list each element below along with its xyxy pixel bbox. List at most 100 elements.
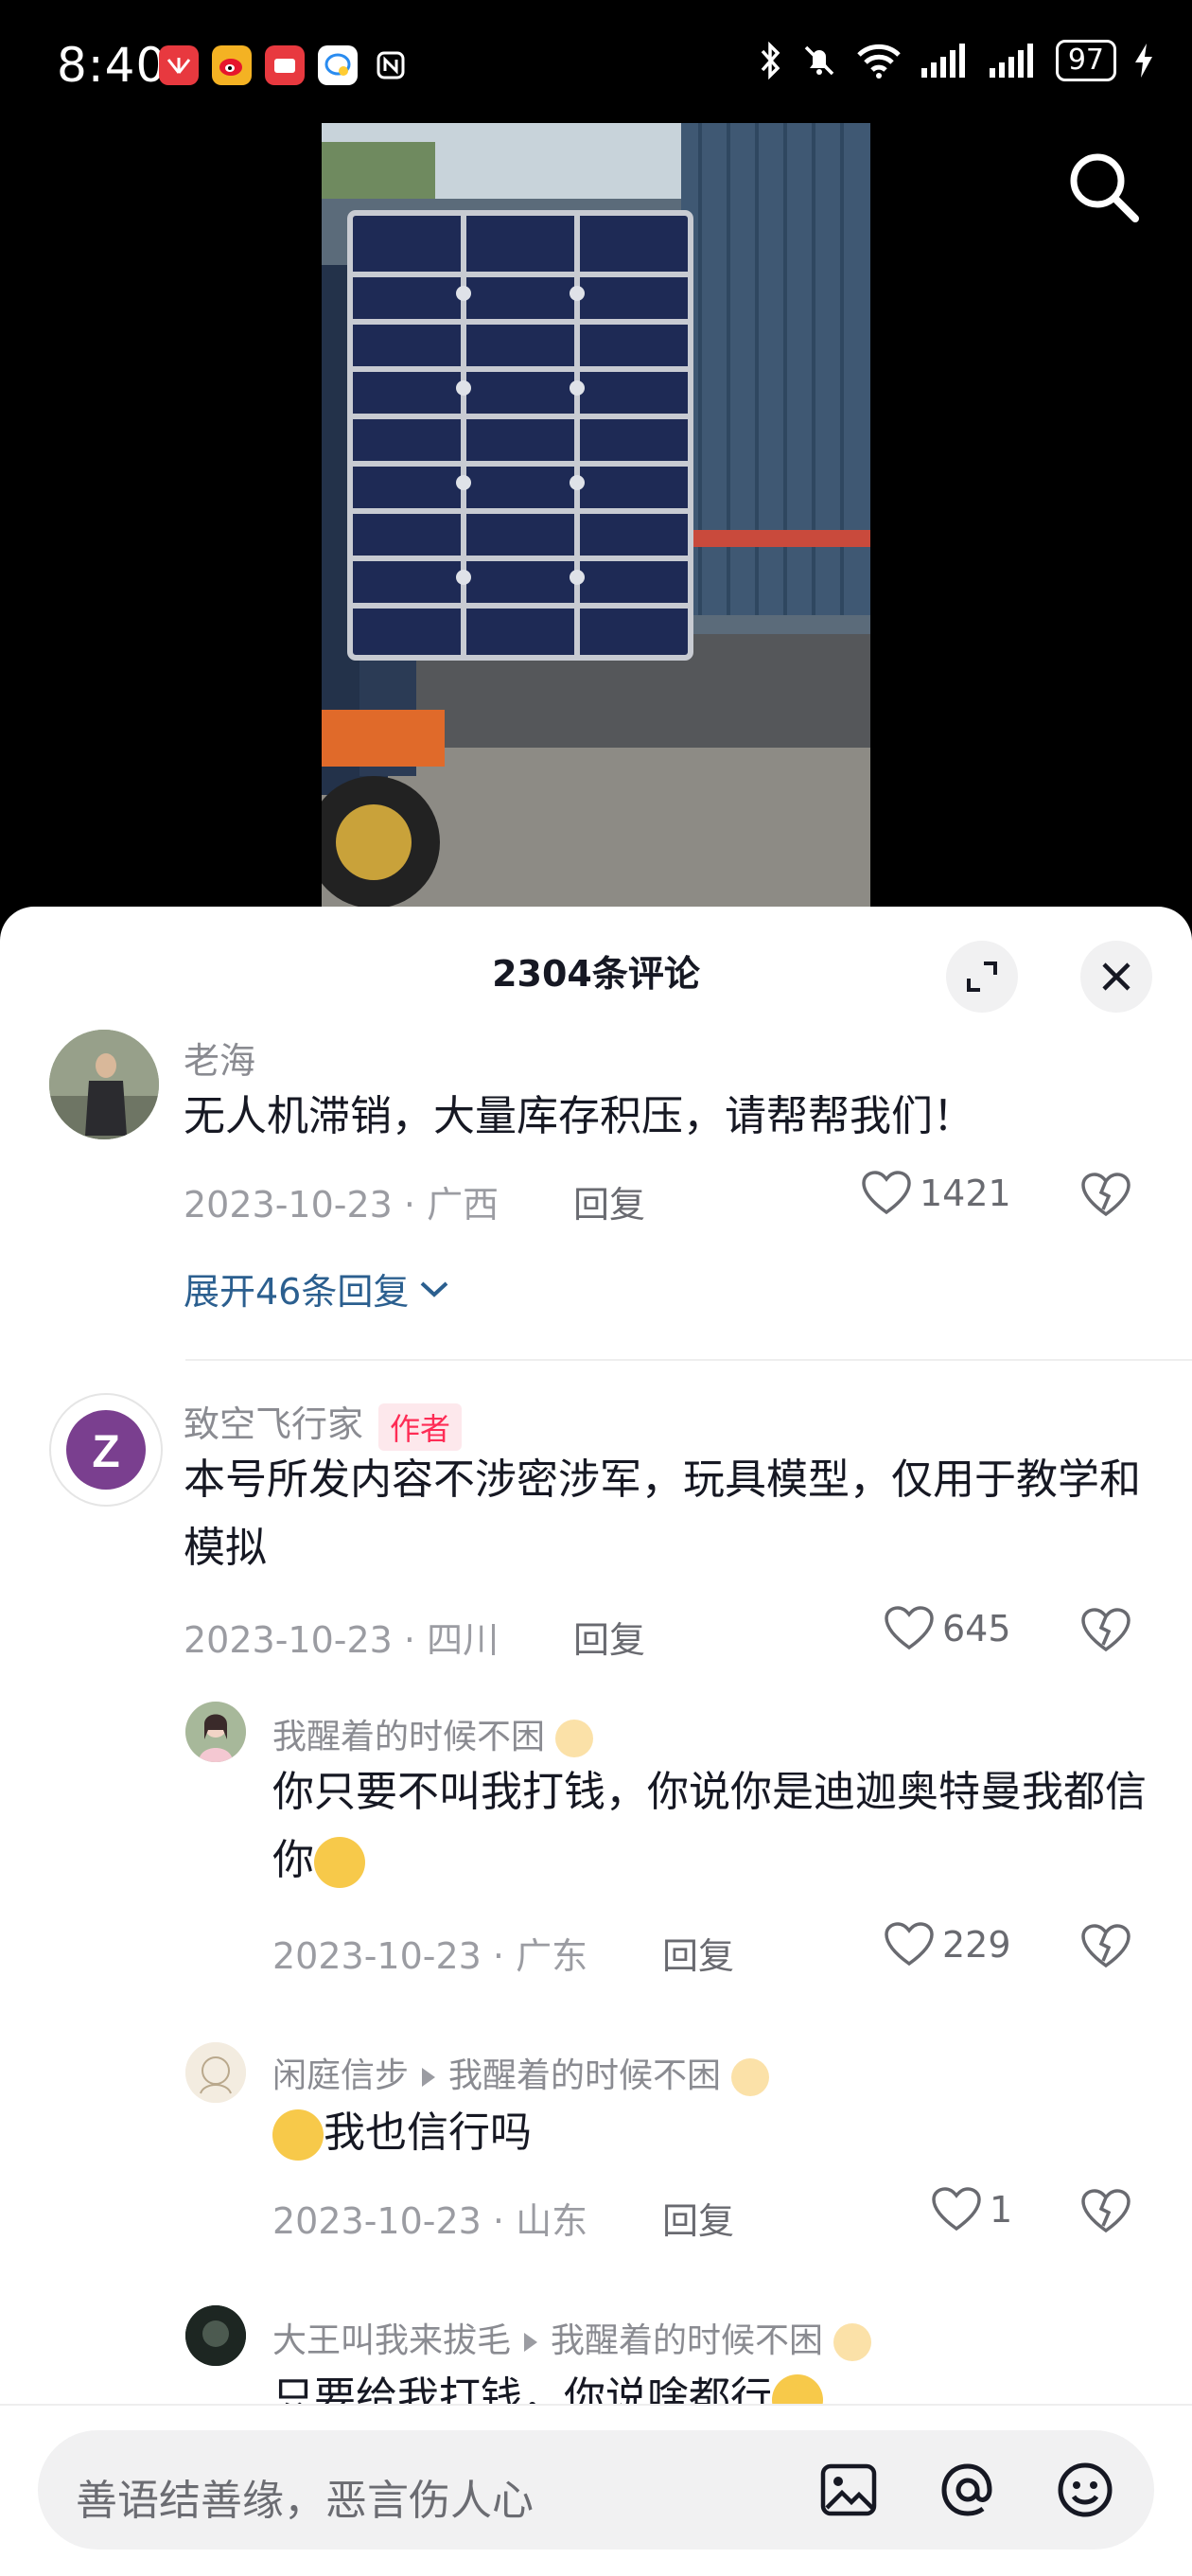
reply-username-text: 闲庭信步 bbox=[272, 2056, 410, 2095]
status-bar: 8:40 97 bbox=[0, 0, 1192, 123]
reply-date: 2023-10-23 bbox=[272, 1935, 482, 1977]
reply-button[interactable]: 回复 bbox=[662, 2192, 734, 2244]
broken-heart-icon bbox=[1081, 1173, 1131, 1217]
broken-heart-icon bbox=[1081, 1608, 1131, 1652]
reply-location: 广东 bbox=[516, 1935, 588, 1977]
heart-icon bbox=[932, 2187, 981, 2232]
like-count: 229 bbox=[942, 1924, 1011, 1966]
expand-replies-label: 展开46条回复 bbox=[184, 1271, 410, 1313]
reply-to-user: 我醒着的时候不困 bbox=[551, 2321, 824, 2360]
reply-button[interactable]: 回复 bbox=[573, 1175, 645, 1227]
reply-text: 我也信行吗 bbox=[272, 2099, 1162, 2167]
reply-username[interactable]: 闲庭信步 我醒着的时候不困 bbox=[272, 2048, 770, 2097]
battery-level: 97 bbox=[1055, 40, 1116, 81]
broken-heart-icon bbox=[1081, 2189, 1131, 2233]
chat-app-icon bbox=[318, 45, 358, 85]
reply-text-content: 我也信行吗 bbox=[324, 2108, 532, 2157]
avatar[interactable] bbox=[185, 1702, 246, 1762]
comment-meta: 2023-10-23 · 广西 bbox=[184, 1184, 500, 1226]
dislike-button[interactable] bbox=[1080, 1923, 1131, 1974]
expand-replies-button[interactable]: 展开46条回复 bbox=[184, 1262, 450, 1314]
like-button[interactable]: 229 bbox=[884, 1921, 1011, 1968]
comment-text: 本号所发内容不涉密涉军，玩具模型，仅用于教学和模拟 bbox=[184, 1456, 1141, 1572]
status-time: 8:40 bbox=[57, 38, 167, 93]
comment-date: 2023-10-23 bbox=[184, 1184, 393, 1226]
video-thumbnail bbox=[322, 123, 870, 909]
divider bbox=[185, 1359, 1192, 1361]
reply-meta: 2023-10-23 · 广东 bbox=[272, 1935, 588, 1977]
like-count: 645 bbox=[942, 1608, 1011, 1650]
charging-icon bbox=[1135, 44, 1152, 78]
reply-text: 你只要不叫我打钱，你说你是迪迦奥特曼我都信你 bbox=[272, 1758, 1162, 1895]
reply-username-text: 我醒着的时候不困 bbox=[272, 1718, 546, 1756]
comment-input-placeholder: 善语结善缘，恶言伤人心 bbox=[76, 2477, 534, 2525]
video-player[interactable] bbox=[0, 123, 1192, 909]
heart-icon bbox=[885, 1606, 934, 1650]
expand-icon bbox=[967, 962, 997, 992]
nfc-icon bbox=[371, 45, 411, 85]
comment-input[interactable]: 善语结善缘，恶言伤人心 bbox=[38, 2430, 1154, 2550]
image-icon[interactable] bbox=[817, 2459, 880, 2521]
heart-icon bbox=[885, 1922, 934, 1967]
author-badge: 作者 bbox=[378, 1403, 463, 1451]
status-app-icons bbox=[159, 45, 411, 85]
hand-emoji-icon bbox=[833, 2323, 872, 2361]
signal-icon-2 bbox=[989, 44, 1033, 78]
reply-meta: 2023-10-23 · 山东 bbox=[272, 2200, 588, 2242]
laughing-emoji-icon bbox=[314, 1837, 365, 1888]
avatar[interactable] bbox=[185, 2042, 246, 2103]
avatar[interactable] bbox=[185, 2305, 246, 2366]
dislike-button[interactable] bbox=[1080, 1607, 1131, 1658]
dislike-button[interactable] bbox=[1080, 2188, 1131, 2239]
like-button[interactable]: 645 bbox=[884, 1605, 1011, 1652]
comment-location: 四川 bbox=[427, 1619, 500, 1661]
huawei-app-icon bbox=[159, 45, 199, 85]
comment-meta: 2023-10-23 · 四川 bbox=[184, 1619, 500, 1661]
pleading-emoji-icon bbox=[272, 2109, 324, 2161]
reply-button[interactable]: 回复 bbox=[573, 1611, 645, 1663]
like-button[interactable]: 1421 bbox=[861, 1170, 1011, 1217]
heart-icon bbox=[862, 1171, 911, 1215]
reply-to-arrow-icon bbox=[422, 2068, 436, 2087]
reply-username-text: 大王叫我来拔毛 bbox=[272, 2321, 512, 2360]
author-avatar[interactable]: Z bbox=[49, 1393, 163, 1507]
like-count: 1421 bbox=[920, 1173, 1011, 1214]
reply-button[interactable]: 回复 bbox=[662, 1927, 734, 1979]
svg-text:Z: Z bbox=[92, 1427, 119, 1477]
emoji-icon[interactable] bbox=[1054, 2459, 1116, 2521]
reply-text-content: 你只要不叫我打钱，你说你是迪迦奥特曼我都信你 bbox=[272, 1768, 1147, 1884]
comment-location: 广西 bbox=[427, 1184, 500, 1226]
broken-heart-icon bbox=[1081, 1924, 1131, 1968]
close-icon bbox=[1102, 962, 1131, 991]
status-right: 97 bbox=[759, 40, 1154, 81]
red-app-icon bbox=[265, 45, 305, 85]
chevron-down-icon bbox=[421, 1281, 448, 1297]
author-name: 致空飞行家 bbox=[184, 1403, 364, 1445]
comment-username[interactable]: 致空飞行家 作者 bbox=[184, 1395, 463, 1451]
reply-username[interactable]: 我醒着的时候不困 bbox=[272, 1709, 594, 1758]
close-button[interactable] bbox=[1080, 941, 1152, 1013]
bluetooth-icon bbox=[761, 42, 780, 79]
mute-bell-icon bbox=[804, 45, 834, 76]
mention-icon[interactable] bbox=[937, 2459, 999, 2521]
fullscreen-button[interactable] bbox=[946, 941, 1018, 1013]
search-icon[interactable] bbox=[1063, 147, 1145, 228]
comment-username[interactable]: 老海 bbox=[184, 1032, 255, 1084]
reply-to-user: 我醒着的时候不困 bbox=[448, 2056, 722, 2095]
wifi-icon bbox=[857, 44, 901, 79]
avatar[interactable] bbox=[49, 1030, 159, 1139]
dislike-button[interactable] bbox=[1080, 1172, 1131, 1223]
hand-emoji-icon bbox=[555, 1720, 594, 1757]
like-count: 1 bbox=[990, 2189, 1013, 2231]
hand-emoji-icon bbox=[731, 2058, 770, 2096]
reply-username[interactable]: 大王叫我来拔毛 我醒着的时候不困 bbox=[272, 2313, 872, 2362]
reply-to-arrow-icon bbox=[524, 2333, 538, 2352]
signal-icon-1 bbox=[920, 44, 965, 78]
like-button[interactable]: 1 bbox=[931, 2186, 1012, 2233]
comment-text: 无人机滞销，大量库存积压，请帮帮我们！ bbox=[184, 1092, 974, 1140]
reply-location: 山东 bbox=[516, 2200, 588, 2242]
comment-input-bar: 善语结善缘，恶言伤人心 bbox=[0, 2404, 1192, 2576]
comment-sheet: 2304条评论 老海 无人机滞销，大量库存积压，请帮帮我们！ 2023-10-2… bbox=[0, 907, 1192, 2574]
comment-date: 2023-10-23 bbox=[184, 1619, 393, 1661]
reply-date: 2023-10-23 bbox=[272, 2200, 482, 2242]
